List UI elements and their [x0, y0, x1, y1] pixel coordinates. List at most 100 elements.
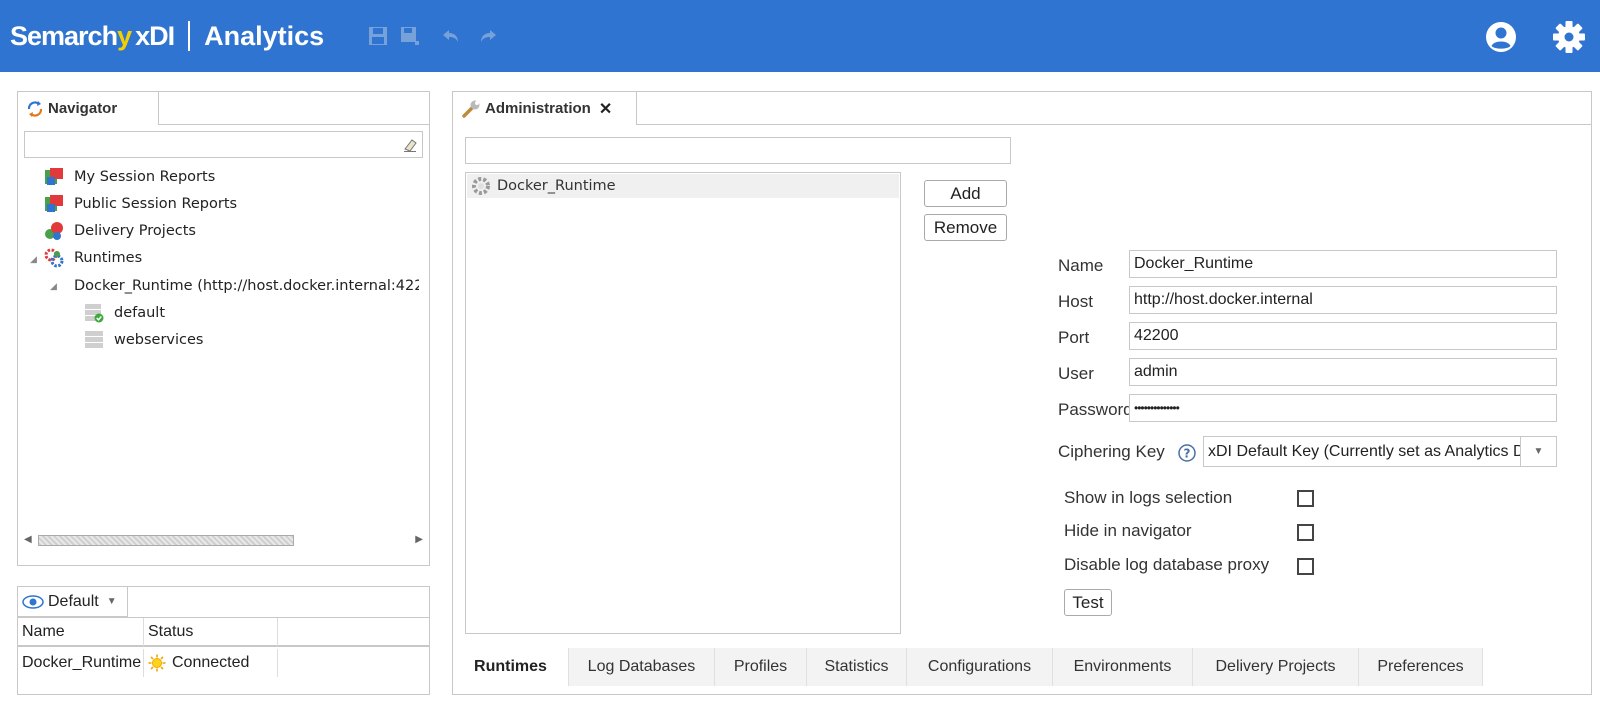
tree-item-delivery-projects[interactable]: Delivery Projects: [44, 219, 196, 243]
help-icon[interactable]: ?: [1178, 444, 1196, 462]
column-header-status[interactable]: Status: [144, 618, 278, 646]
tab-log-databases[interactable]: Log Databases: [569, 648, 715, 686]
runtime-list[interactable]: Docker_Runtime: [465, 172, 901, 634]
status-grid-header: Name Status: [18, 617, 429, 647]
status-row-name: Docker_Runtime: [18, 649, 144, 677]
status-row-status: Connected: [144, 649, 278, 677]
show-in-logs-checkbox[interactable]: [1297, 490, 1314, 507]
name-field[interactable]: Docker_Runtime: [1129, 250, 1557, 278]
port-label: Port: [1058, 328, 1090, 347]
brand: Semarchy xDI Analytics: [10, 16, 324, 56]
chevron-down-icon[interactable]: ▼: [1520, 437, 1556, 466]
add-button[interactable]: Add: [924, 180, 1007, 207]
name-label: Name: [1058, 256, 1104, 275]
tree-item-my-session-reports[interactable]: My Session Reports: [44, 165, 215, 189]
port-field[interactable]: 42200: [1129, 322, 1557, 350]
connected-sun-icon: [148, 654, 166, 672]
list-item-label: Docker_Runtime: [497, 178, 616, 194]
administration-bottom-tabs: Runtimes Log Databases Profiles Statisti…: [453, 648, 1591, 686]
runtime-status-panel: Default ▼ Name Status Docker_Runtime Con…: [17, 586, 430, 695]
tab-runtimes[interactable]: Runtimes: [453, 648, 569, 686]
runtimes-icon: [44, 248, 64, 268]
tree-item-label: Public Session Reports: [74, 196, 238, 212]
ciphering-key-label: Ciphering Key: [1058, 442, 1165, 461]
tab-environments[interactable]: Environments: [1053, 648, 1193, 686]
tree-item-label: Delivery Projects: [74, 223, 196, 239]
close-icon[interactable]: ✕: [599, 99, 612, 119]
tab-preferences[interactable]: Preferences: [1359, 648, 1483, 686]
session-reports-icon: [45, 168, 63, 185]
remove-button[interactable]: Remove: [924, 214, 1007, 241]
tree-item-label: My Session Reports: [74, 169, 216, 185]
list-item[interactable]: Docker_Runtime: [467, 174, 899, 198]
tab-administration[interactable]: Administration ✕: [453, 92, 637, 125]
disable-proxy-label: Disable log database proxy: [1064, 555, 1270, 574]
view-select[interactable]: Default ▼: [18, 587, 128, 617]
password-label: Password: [1058, 400, 1133, 419]
tree-item-docker-runtime[interactable]: Docker_Runtime (http://host.docker.inter…: [64, 274, 419, 298]
view-select-value: Default: [48, 592, 99, 610]
scrollbar-thumb[interactable]: [38, 535, 294, 546]
tree-item-webservices[interactable]: webservices: [84, 328, 203, 352]
navigator-tab-strip: Navigator: [18, 92, 429, 125]
column-header-name[interactable]: Name: [18, 618, 144, 646]
tree-expand-docker-runtime[interactable]: ◢: [50, 282, 57, 292]
user-circle-icon[interactable]: [1484, 20, 1518, 54]
semarchy-logo: Semarchy xDI: [10, 20, 175, 51]
navigator-horizontal-scrollbar[interactable]: ◀ ▶: [24, 532, 423, 548]
tab-statistics[interactable]: Statistics: [807, 648, 907, 686]
tree-item-label: Docker_Runtime (http://host.docker.inter…: [74, 278, 419, 294]
host-label: Host: [1058, 292, 1093, 311]
tree-item-label: Runtimes: [74, 250, 143, 266]
chevron-down-icon: ▼: [106, 596, 117, 607]
gear-icon[interactable]: [1552, 20, 1586, 54]
engine-icon: [85, 331, 103, 348]
ciphering-key-select[interactable]: xDI Default Key (Currently set as Analyt…: [1203, 436, 1557, 467]
navigator-filter-input[interactable]: [24, 131, 423, 158]
tab-profiles[interactable]: Profiles: [715, 648, 807, 686]
administration-tab-strip: Administration ✕: [453, 92, 1591, 125]
navigator-panel: Navigator My Session Reports Public Sess…: [17, 91, 430, 566]
disable-proxy-checkbox[interactable]: [1297, 558, 1314, 575]
table-row[interactable]: Docker_Runtime Connected: [18, 649, 429, 681]
redo-icon[interactable]: [478, 26, 498, 46]
save-icon[interactable]: [368, 26, 388, 46]
tab-administration-label: Administration: [485, 100, 591, 117]
undo-icon[interactable]: [441, 26, 461, 46]
tree-expand-runtimes[interactable]: ◢: [30, 255, 37, 265]
scroll-left-icon[interactable]: ◀: [24, 534, 32, 545]
engine-connected-icon: [85, 304, 104, 323]
user-field[interactable]: admin: [1129, 358, 1557, 386]
test-button[interactable]: Test: [1064, 589, 1112, 616]
show-in-logs-label: Show in logs selection: [1064, 488, 1233, 507]
tree-item-public-session-reports[interactable]: Public Session Reports: [44, 192, 237, 216]
tree-item-runtimes[interactable]: Runtimes: [44, 246, 142, 270]
scroll-right-icon[interactable]: ▶: [415, 534, 423, 545]
navigator-icon: [27, 100, 43, 117]
tree-item-default[interactable]: default: [84, 301, 165, 325]
administration-panel: Administration ✕ Docker_Runtime Add Remo…: [452, 91, 1592, 695]
host-field[interactable]: http://host.docker.internal: [1129, 286, 1557, 314]
tab-navigator-label: Navigator: [48, 100, 118, 117]
wrench-icon: [462, 100, 480, 118]
user-label: User: [1058, 364, 1094, 383]
ciphering-key-value: xDI Default Key (Currently set as Analyt…: [1208, 442, 1557, 460]
password-field[interactable]: ••••••••••••••: [1129, 394, 1557, 422]
svg-text:?: ?: [1184, 447, 1191, 461]
tab-configurations[interactable]: Configurations: [907, 648, 1053, 686]
runtime-gear-icon: [472, 177, 490, 195]
app-name: Analytics: [204, 20, 325, 51]
hide-in-navigator-label: Hide in navigator: [1064, 521, 1192, 540]
tree-item-label: webservices: [114, 332, 204, 348]
brand-separator: [188, 21, 191, 51]
session-reports-icon: [45, 195, 63, 212]
tab-delivery-projects[interactable]: Delivery Projects: [1193, 648, 1359, 686]
admin-filter-input[interactable]: [465, 137, 1011, 164]
tab-navigator[interactable]: Navigator: [18, 92, 159, 125]
eraser-icon[interactable]: [402, 137, 418, 153]
save-all-icon[interactable]: [400, 26, 420, 46]
eye-icon: [22, 594, 44, 609]
app-header: Semarchy xDI Analytics: [0, 0, 1600, 72]
tree-item-label: default: [114, 305, 166, 321]
hide-in-navigator-checkbox[interactable]: [1297, 524, 1314, 541]
